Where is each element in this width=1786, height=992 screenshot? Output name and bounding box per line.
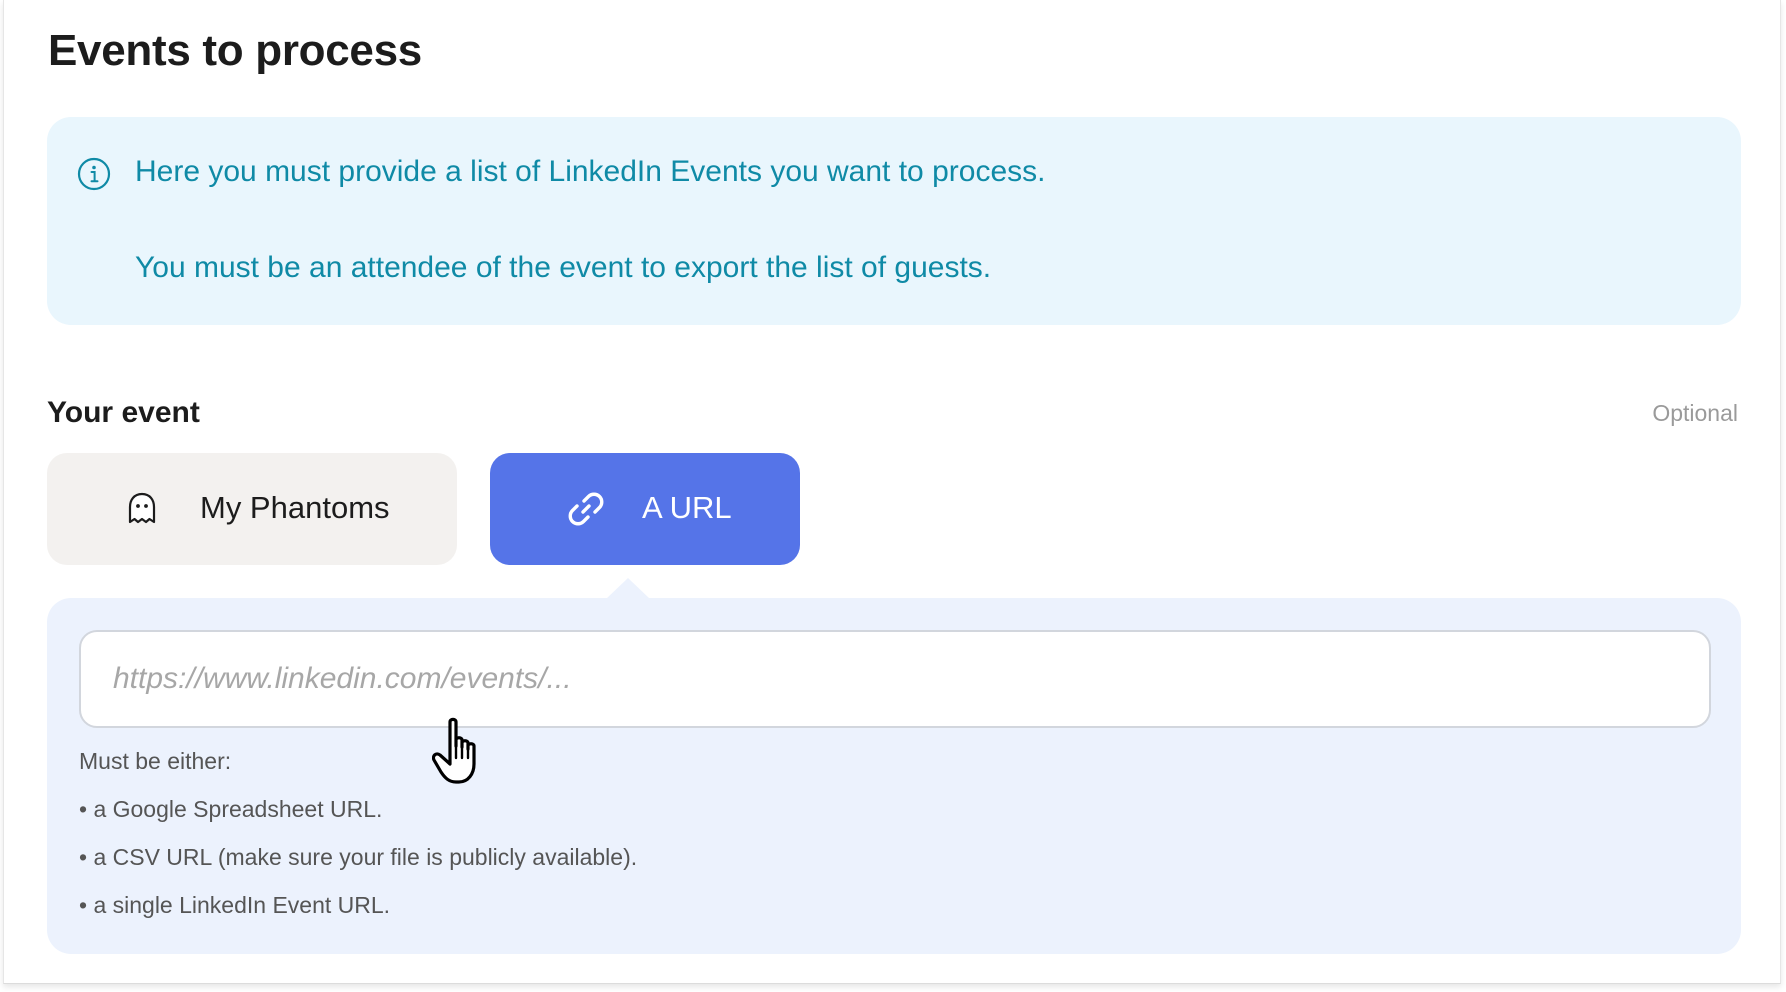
optional-label: Optional xyxy=(1652,400,1738,426)
info-text-line-2: You must be an attendee of the event to … xyxy=(135,251,992,284)
ghost-icon xyxy=(128,492,156,524)
tab-a-url-label: A URL xyxy=(642,490,732,525)
page-title: Events to process xyxy=(48,26,422,75)
info-banner: Here you must provide a list of LinkedIn… xyxy=(47,117,1741,325)
hint-item: • a single LinkedIn Event URL. xyxy=(79,892,391,918)
tab-my-phantoms-label: My Phantoms xyxy=(200,490,390,525)
your-event-label: Your event xyxy=(47,396,200,429)
hint-heading: Must be either: xyxy=(79,748,232,774)
events-card: Events to process Here you must provide … xyxy=(3,0,1781,984)
hint-item: • a CSV URL (make sure your file is publ… xyxy=(79,844,638,870)
link-icon xyxy=(568,492,604,526)
tab-a-url[interactable]: A URL xyxy=(490,453,800,565)
hint-item: • a Google Spreadsheet URL. xyxy=(79,796,383,822)
info-text-line-1: Here you must provide a list of LinkedIn… xyxy=(135,155,1046,188)
info-icon xyxy=(77,157,111,191)
panel-pointer xyxy=(606,578,650,599)
url-input-panel: Must be either: • a Google Spreadsheet U… xyxy=(47,598,1741,954)
event-url-input[interactable] xyxy=(79,630,1711,728)
tab-my-phantoms[interactable]: My Phantoms xyxy=(47,453,457,565)
